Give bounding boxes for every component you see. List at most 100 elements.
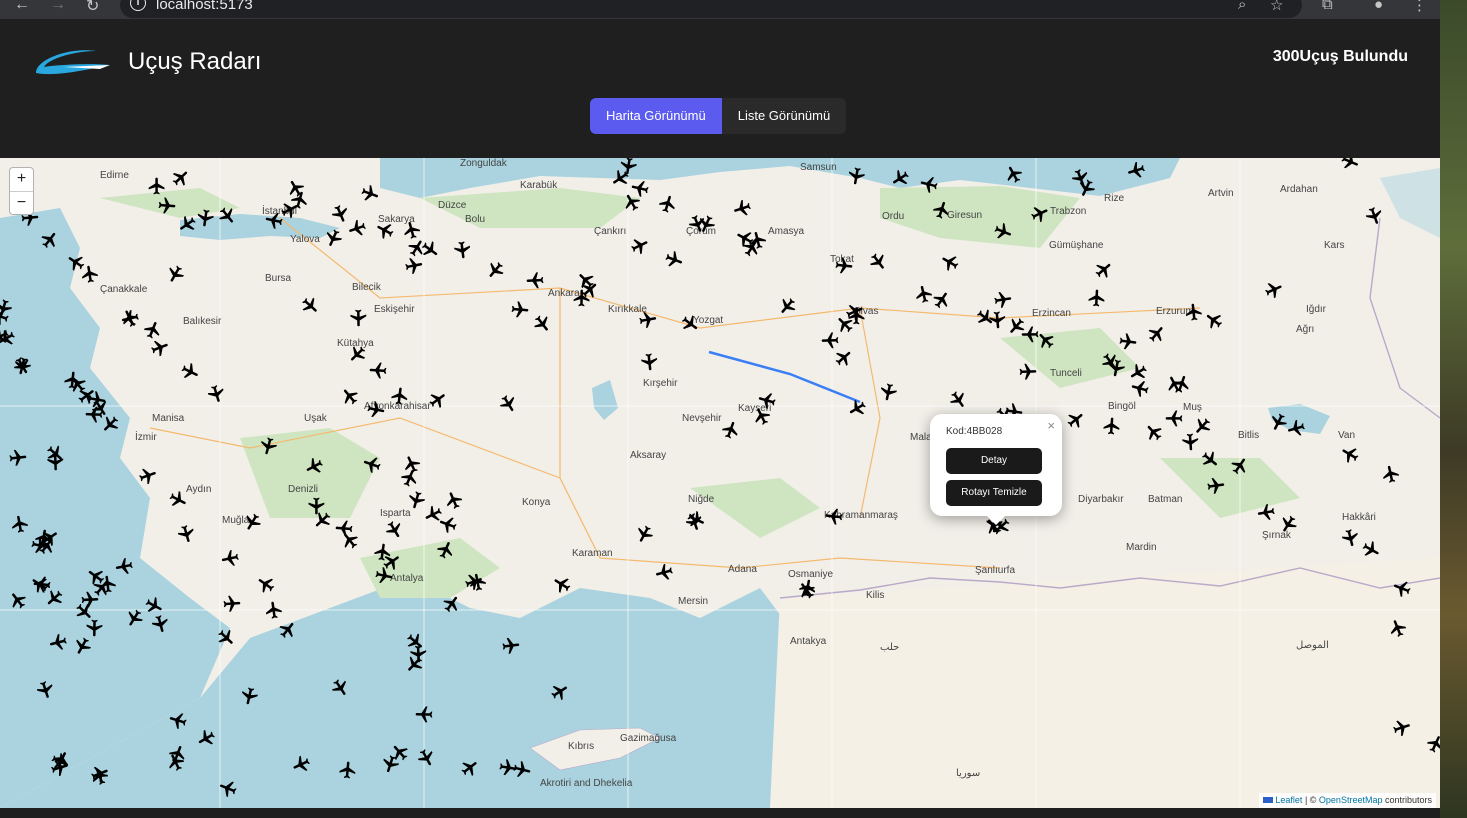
airplane-icon[interactable] bbox=[348, 308, 368, 328]
airplane-icon[interactable] bbox=[451, 239, 473, 261]
tab-map-view[interactable]: Harita Görünümü bbox=[590, 98, 722, 134]
airplane-icon[interactable] bbox=[402, 254, 425, 277]
airplane-icon[interactable] bbox=[31, 573, 53, 595]
tab-list-view[interactable]: Liste Görünümü bbox=[721, 98, 847, 134]
airplane-icon[interactable] bbox=[1101, 415, 1122, 436]
airplane-icon[interactable] bbox=[8, 512, 31, 535]
reload-icon[interactable]: ↻ bbox=[86, 0, 99, 16]
airplane-icon[interactable] bbox=[156, 195, 177, 216]
airplane-icon[interactable] bbox=[844, 164, 867, 187]
city-label: Hakkâri bbox=[1342, 512, 1376, 523]
back-icon[interactable]: ← bbox=[14, 0, 30, 14]
airplane-icon[interactable] bbox=[636, 308, 659, 331]
airplane-icon[interactable] bbox=[524, 269, 545, 290]
city-label: Adana bbox=[728, 564, 757, 575]
forward-icon[interactable]: → bbox=[50, 0, 66, 14]
airplane-icon[interactable] bbox=[833, 255, 855, 277]
view-tabs: Harita Görünümü Liste Görünümü bbox=[590, 98, 847, 134]
zoom-in-button[interactable]: + bbox=[10, 168, 33, 191]
desktop-background bbox=[1440, 0, 1467, 818]
airplane-icon[interactable] bbox=[364, 398, 387, 421]
star-icon[interactable]: ☆ bbox=[1270, 0, 1283, 14]
airplane-icon[interactable] bbox=[1164, 408, 1184, 428]
airplane-icon[interactable] bbox=[1117, 331, 1139, 353]
airplane-icon[interactable] bbox=[1254, 500, 1277, 523]
city-label: الموصل bbox=[1296, 640, 1329, 651]
airplane-icon[interactable] bbox=[263, 599, 286, 622]
city-label: Aydın bbox=[186, 484, 212, 495]
city-label: Artvin bbox=[1208, 188, 1234, 199]
city-label: Bitlis bbox=[1238, 430, 1260, 441]
zoom-icon[interactable]: ⌕ bbox=[1238, 0, 1246, 13]
city-label: Antalya bbox=[390, 573, 424, 584]
flag-icon bbox=[1263, 797, 1274, 803]
clear-route-button[interactable]: Rotayı Temizle bbox=[946, 480, 1042, 506]
airplane-icon[interactable] bbox=[1086, 287, 1107, 308]
profile-icon[interactable]: ● bbox=[1374, 0, 1383, 13]
airplane-icon[interactable] bbox=[84, 618, 104, 638]
airplane-icon[interactable] bbox=[796, 576, 819, 599]
app-title: Uçuş Radarı bbox=[128, 48, 262, 75]
city-label: Bingöl bbox=[1108, 401, 1136, 412]
airplane-icon[interactable] bbox=[218, 546, 242, 570]
airplane-icon[interactable] bbox=[1379, 462, 1403, 486]
city-label: Mardin bbox=[1126, 542, 1157, 553]
airplane-icon[interactable] bbox=[500, 635, 522, 657]
city-label: Antakya bbox=[790, 636, 827, 647]
url-text[interactable]: localhost:5173 bbox=[156, 0, 253, 13]
airplane-icon[interactable] bbox=[820, 330, 841, 351]
city-label: Batman bbox=[1148, 494, 1183, 505]
airplane-icon[interactable] bbox=[45, 452, 66, 473]
city-label: Samsun bbox=[800, 162, 837, 173]
city-label: Karabük bbox=[520, 180, 558, 191]
airplane-icon[interactable] bbox=[337, 759, 359, 781]
city-label: Çankırı bbox=[594, 226, 627, 237]
airplane-icon[interactable] bbox=[823, 505, 845, 527]
city-label: Eskişehir bbox=[374, 304, 415, 315]
airplane-icon[interactable] bbox=[372, 564, 396, 588]
address-bar[interactable] bbox=[120, 0, 1302, 18]
city-label: Manisa bbox=[152, 413, 185, 424]
airplane-icon[interactable] bbox=[7, 447, 29, 469]
attribution-separator: | © bbox=[1302, 795, 1319, 805]
airplane-icon[interactable] bbox=[1018, 362, 1039, 383]
city-label: Yalova bbox=[290, 234, 320, 245]
plane-logo-icon bbox=[36, 50, 110, 75]
extensions-icon[interactable]: ⧉ bbox=[1322, 0, 1333, 13]
flight-map[interactable]: İstanbul Bursa Balıkesir Eskişehir Kütahya An… bbox=[0, 158, 1440, 808]
city-label: Mersin bbox=[678, 596, 709, 607]
zoom-out-button[interactable]: − bbox=[10, 191, 33, 214]
osm-link[interactable]: OpenStreetMap bbox=[1319, 795, 1383, 805]
flight-count: 300Uçuş Bulundu bbox=[1272, 48, 1408, 65]
app-header: Uçuş Radarı 300Uçuş Bulundu Harita Görün… bbox=[0, 19, 1440, 158]
city-label: Akrotiri and Dhekelia bbox=[540, 778, 633, 789]
airplane-icon[interactable] bbox=[992, 289, 1015, 312]
airplane-icon[interactable] bbox=[79, 263, 102, 286]
city-label: Kars bbox=[1324, 240, 1345, 251]
airplane-icon[interactable] bbox=[1205, 475, 1228, 498]
airplane-icon[interactable] bbox=[509, 299, 531, 321]
menu-icon[interactable]: ⋮ bbox=[1412, 0, 1427, 14]
city-label: Iğdır bbox=[1306, 304, 1327, 315]
airplane-icon[interactable] bbox=[414, 704, 434, 724]
city-label: Düzce bbox=[438, 200, 467, 211]
city-label: Giresun bbox=[947, 210, 983, 221]
airplane-icon[interactable] bbox=[147, 176, 167, 196]
airplane-icon[interactable] bbox=[1183, 301, 1205, 323]
city-label: Ordu bbox=[882, 211, 905, 222]
footer-strip bbox=[0, 808, 1440, 818]
close-icon[interactable]: × bbox=[1047, 418, 1055, 433]
city-label: Niğde bbox=[688, 494, 715, 505]
city-label: Şanlıurfa bbox=[975, 565, 1016, 576]
city-label: Erzincan bbox=[1032, 308, 1071, 319]
airplane-icon[interactable] bbox=[221, 593, 242, 614]
city-label: Bursa bbox=[265, 273, 292, 284]
airplane-icon[interactable] bbox=[367, 359, 388, 380]
leaflet-link[interactable]: Leaflet bbox=[1275, 795, 1302, 805]
city-label: Bolu bbox=[465, 214, 486, 225]
city-label: Rize bbox=[1104, 193, 1125, 204]
detail-button[interactable]: Detay bbox=[946, 448, 1042, 474]
airplane-icon[interactable] bbox=[876, 380, 900, 404]
airplane-icon[interactable] bbox=[638, 351, 660, 373]
airplane-icon[interactable] bbox=[389, 385, 411, 407]
